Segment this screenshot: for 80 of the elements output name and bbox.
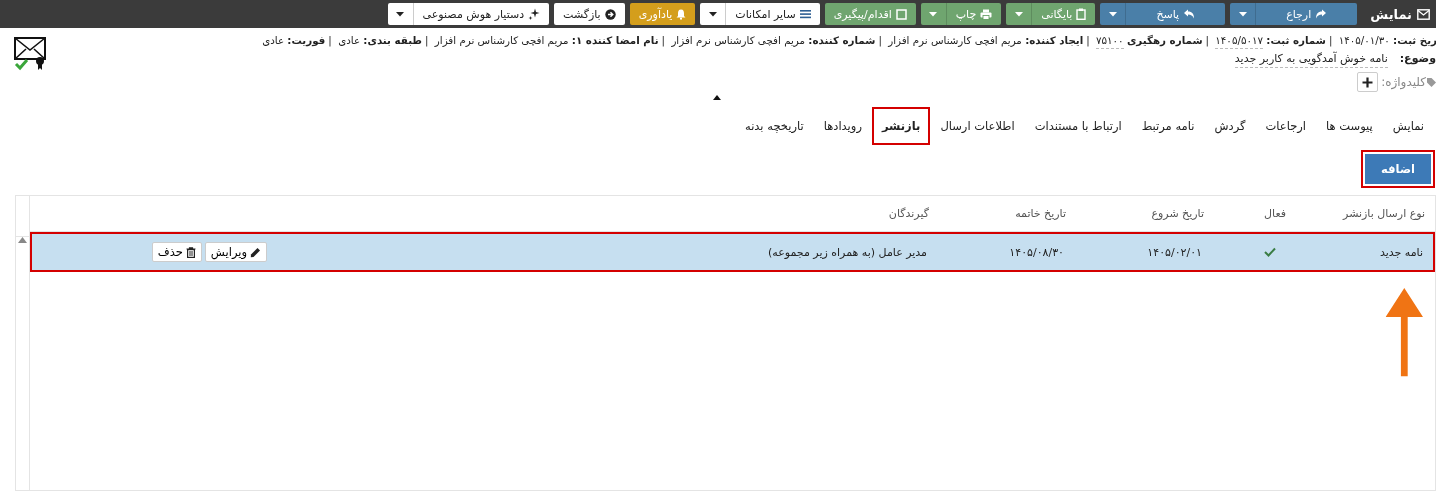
toolbar-button[interactable]: دستیار هوش مصنوعی xyxy=(413,3,550,25)
separator: | xyxy=(1328,34,1333,46)
subject-label: وضوع: xyxy=(1399,52,1436,65)
subject-value: نامه خوش آمدگویی به کاربر جدید xyxy=(1234,52,1388,68)
tab[interactable]: ارجاعات xyxy=(1255,107,1316,145)
caret-icon xyxy=(1238,11,1247,17)
menu-icon xyxy=(799,9,811,19)
field-label: ریخ ثبت: xyxy=(1393,34,1436,46)
separator: | xyxy=(661,34,666,46)
field-value: مریم افچی کارشناس نرم افزار xyxy=(434,34,569,46)
tab[interactable]: تاریخچه بدنه xyxy=(734,107,814,145)
tab[interactable]: رویدادها xyxy=(813,107,872,145)
caret-icon xyxy=(396,11,405,17)
caret-icon xyxy=(1108,11,1117,17)
field-value: مریم افچی کارشناس نرم افزار xyxy=(671,34,806,46)
caret-icon xyxy=(929,11,938,17)
sparkle-icon xyxy=(528,8,541,20)
reply-arrow-icon xyxy=(1183,9,1196,19)
field-value: ۱۴۰۵/۵۰۱۷ xyxy=(1215,34,1263,49)
field-label: شماره رهگیری xyxy=(1126,34,1203,46)
edit-button[interactable]: ویرایش xyxy=(204,242,267,262)
envelope-icon xyxy=(1417,8,1430,20)
table-cell: ۱۴۰۵/۰۲/۰۱ xyxy=(1147,245,1202,259)
dropdown-toggle[interactable] xyxy=(700,3,727,25)
tab[interactable]: نمایش xyxy=(1382,107,1434,145)
tab[interactable]: پیوست ها xyxy=(1316,107,1383,145)
column-header: تاریخ خاتمه xyxy=(1014,207,1067,220)
toolbar-button[interactable]: پاسخ xyxy=(1126,3,1226,25)
separator: | xyxy=(328,34,332,46)
tab[interactable]: ارتباط با مستندات xyxy=(1024,107,1132,145)
add-keyword-button[interactable] xyxy=(1357,72,1379,92)
field-label: فوریت: xyxy=(287,34,326,46)
field-value: مریم افچی کارشناس نرم افزار xyxy=(888,34,1022,46)
separator: | xyxy=(1205,34,1209,46)
field-value: ۱۴۰۵/۰۱/۳۰ xyxy=(1338,34,1390,46)
caret-icon xyxy=(1014,11,1023,17)
bell-icon xyxy=(676,8,687,20)
table-cell: مدیر عامل (به همراه زیر مجموعه) xyxy=(768,245,927,259)
tab[interactable]: گردش xyxy=(1204,107,1256,145)
column-header: نوع ارسال بازنشر xyxy=(1341,207,1426,220)
title-text: نمایش xyxy=(1370,6,1412,22)
toolbar-button[interactable]: ارجاع xyxy=(1256,3,1358,25)
collapse-caret-icon[interactable] xyxy=(713,94,721,100)
caret-icon xyxy=(708,11,717,17)
plus-icon xyxy=(1362,76,1374,88)
field-label: نام امضا کننده ۱: xyxy=(571,34,659,46)
scroll-up-icon[interactable] xyxy=(17,237,27,243)
circle-arrow-icon xyxy=(604,8,616,20)
toolbar-button[interactable]: سایر امکانات xyxy=(726,3,820,25)
separator: | xyxy=(1086,34,1090,46)
printer-icon xyxy=(980,8,993,20)
keywords-label: کلیدواژه: xyxy=(1381,75,1426,89)
trash-icon xyxy=(185,246,196,258)
tab[interactable]: نامه مرتبط xyxy=(1131,107,1205,145)
tag-icon xyxy=(1427,77,1436,87)
pencil-icon xyxy=(250,246,261,258)
table-cell: ۱۴۰۵/۰۸/۳۰ xyxy=(1009,245,1064,259)
field-label: طبقه بندی: xyxy=(363,34,423,46)
column-header: گیرندگان xyxy=(887,207,930,220)
tab[interactable]: بازنشر xyxy=(871,107,931,145)
add-button[interactable]: اضافه xyxy=(1365,154,1431,184)
clipboard-icon xyxy=(1076,8,1087,20)
table-row[interactable]: نامه جدید ۱۴۰۵/۰۲/۰۱ ۱۴۰۵/۰۸/۳۰ مدیر عامل (به همراه زیر مجموعه) ویرایش حذف xyxy=(31,234,1433,270)
field-label: ایجاد کننده: xyxy=(1025,34,1084,46)
separator: | xyxy=(425,34,429,46)
field-label: شماره کننده: xyxy=(808,34,876,46)
square-icon xyxy=(895,8,907,20)
field-value: ۷۵۱۰۰ xyxy=(1096,34,1124,49)
separator: | xyxy=(878,34,882,46)
toolbar-button[interactable]: بازگشت xyxy=(554,3,625,25)
dropdown-toggle[interactable] xyxy=(387,3,414,25)
forward-arrow-icon xyxy=(1315,9,1328,19)
column-header: تاریخ شروع xyxy=(1150,207,1205,220)
column-header: فعال xyxy=(1263,207,1287,220)
tab[interactable]: اطلاعات ارسال xyxy=(930,107,1025,145)
field-value: عادی xyxy=(338,34,361,46)
field-label: شماره ثبت: xyxy=(1266,34,1326,46)
field-value: عادی xyxy=(262,34,285,46)
table-cell: نامه جدید xyxy=(1379,245,1423,259)
delete-button[interactable]: حذف xyxy=(151,242,202,262)
